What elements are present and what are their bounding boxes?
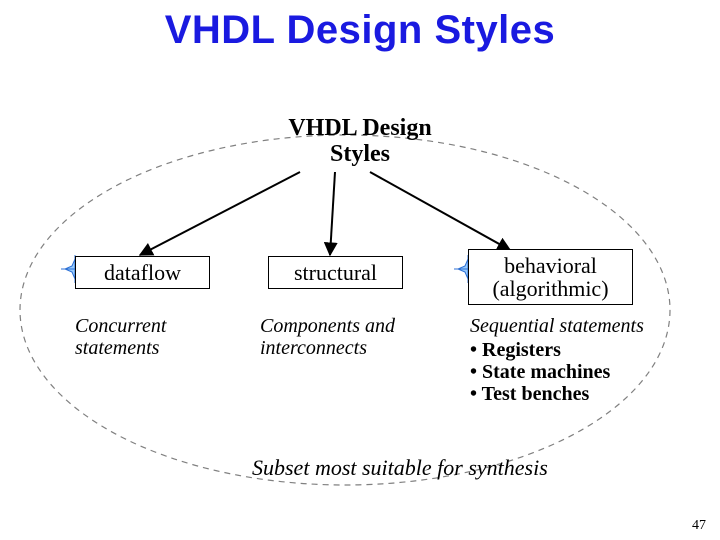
desc-structural-l1: Components and [260, 315, 395, 337]
bullet-test-benches: • Test benches [470, 383, 700, 405]
subset-caption: Subset most suitable for synthesis [252, 455, 548, 481]
root-node-label: VHDL Design Styles [0, 115, 720, 168]
root-label-line1: VHDL Design [288, 115, 431, 141]
desc-behavioral: Sequential statements • Registers • Stat… [470, 315, 700, 405]
behavioral-bullets: • Registers • State machines • Test benc… [470, 339, 700, 405]
desc-dataflow: Concurrent statements [75, 315, 245, 359]
desc-dataflow-l2: statements [75, 337, 159, 359]
node-structural: structural [268, 256, 403, 289]
desc-dataflow-l1: Concurrent [75, 315, 166, 337]
bullet-state-machines: • State machines [470, 361, 700, 383]
node-dataflow: dataflow [75, 256, 210, 289]
bullet-registers: • Registers [470, 339, 700, 361]
node-behavioral-label-l1: behavioral [475, 254, 626, 277]
desc-structural-l2: interconnects [260, 337, 367, 359]
desc-structural: Components and interconnects [260, 315, 450, 359]
slide-title: VHDL Design Styles [0, 8, 720, 53]
node-behavioral-label-l2: (algorithmic) [475, 277, 626, 300]
node-dataflow-label: dataflow [104, 260, 181, 285]
desc-behavioral-head: Sequential statements [470, 315, 644, 337]
node-structural-label: structural [294, 260, 377, 285]
page-number: 47 [692, 518, 706, 534]
node-behavioral: behavioral (algorithmic) [468, 249, 633, 305]
root-label-line2: Styles [330, 141, 390, 167]
